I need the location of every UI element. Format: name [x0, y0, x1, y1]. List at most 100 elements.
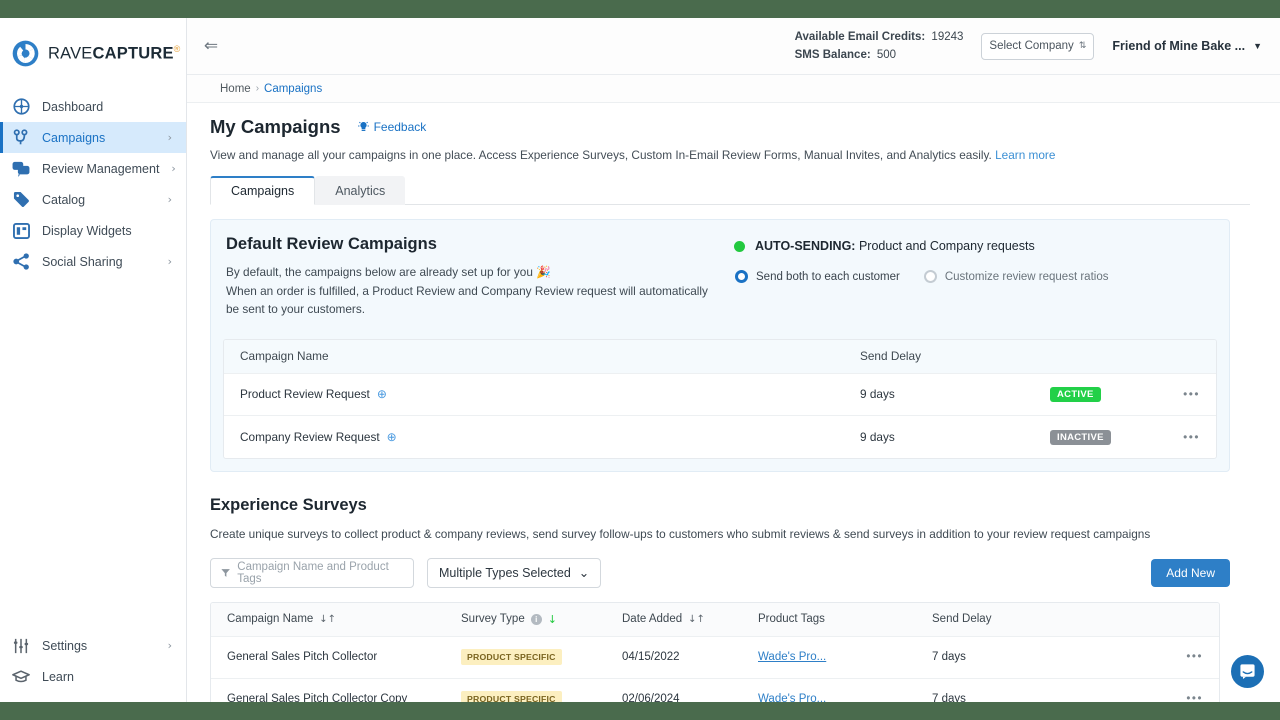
cell-status: ACTIVE — [1050, 386, 1160, 402]
sidebar-item-learn[interactable]: Learn — [0, 661, 186, 692]
cell-product-tags: Wade's Pro... — [758, 693, 932, 702]
sidebar-item-review-management[interactable]: Review Management › — [0, 153, 186, 184]
default-campaigns-line2: When an order is fulfilled, a Product Re… — [226, 283, 708, 298]
default-campaigns-heading: Default Review Campaigns — [226, 235, 437, 253]
review-management-icon — [12, 160, 30, 178]
page-title-row: My Campaigns Feedback — [210, 116, 1280, 138]
sidebar-item-social-sharing[interactable]: Social Sharing › — [0, 246, 186, 277]
sms-balance-label: SMS Balance: — [794, 49, 871, 61]
cell-send-delay: 9 days — [860, 429, 895, 444]
tab-campaigns[interactable]: Campaigns — [210, 176, 316, 205]
breadcrumb-campaigns[interactable]: Campaigns — [264, 83, 322, 95]
column-date-added[interactable]: Date Added ↓↑ — [622, 613, 758, 625]
default-campaigns-top: Default Review Campaigns By default, the… — [211, 235, 1229, 319]
status-dot-icon — [734, 240, 745, 252]
email-credits-value: 19243 — [931, 31, 964, 43]
chevron-right-icon-catalog: › — [167, 193, 172, 206]
social-sharing-icon — [12, 253, 30, 271]
add-new-button[interactable]: Add New — [1151, 558, 1230, 587]
auto-sending-panel: AUTO-SENDING: Product and Company reques… — [734, 235, 1124, 319]
funnel-icon — [221, 568, 230, 577]
auto-sending-text: AUTO-SENDING: Product and Company reques… — [755, 239, 1035, 253]
display-widgets-icon — [12, 222, 30, 240]
toggle-knob — [1062, 701, 1072, 702]
radio-customize-ratios[interactable] — [923, 270, 937, 283]
learn-more-link[interactable]: Learn more — [995, 148, 1055, 162]
breadcrumb-separator-icon: › — [255, 83, 260, 94]
table-row[interactable]: Product Review Request ⊕ 9 days ACTIVE •… — [224, 374, 1216, 416]
column-campaign-name[interactable]: Campaign Name ↓↑ — [227, 613, 461, 625]
status-badge: ACTIVE — [1050, 387, 1101, 402]
info-icon[interactable]: i — [530, 613, 542, 625]
tab-analytics[interactable]: Analytics — [315, 176, 406, 205]
table-row[interactable]: General Sales Pitch Collector Copy PRODU… — [211, 679, 1219, 702]
sidebar-collapse-icon[interactable]: ⇐ — [199, 34, 223, 58]
breadcrumb-home[interactable]: Home — [220, 83, 251, 95]
survey-type-select[interactable]: Multiple Types Selected ⌄ — [427, 557, 602, 588]
email-credits: Available Email Credits: 19243 — [795, 28, 964, 46]
brand-logo[interactable]: RAVECAPTURE® — [0, 18, 186, 72]
toggle-knob — [1048, 659, 1058, 669]
sidebar-item-display-widgets[interactable]: Display Widgets — [0, 215, 186, 246]
feedback-label: Feedback — [373, 119, 427, 134]
chat-launcher-button[interactable] — [1231, 655, 1264, 688]
sidebar-nav: Dashboard Campaigns › Review Management … — [0, 91, 186, 277]
default-review-campaigns-card: Default Review Campaigns By default, the… — [210, 219, 1230, 472]
row-actions-menu-icon[interactable]: ••• — [1183, 387, 1200, 401]
chevron-down-icon: ⌄ — [578, 566, 590, 580]
tab-bar: Campaigns Analytics — [210, 176, 1280, 205]
chevron-right-icon-social-sharing: › — [167, 255, 172, 268]
sidebar-item-campaigns[interactable]: Campaigns › — [0, 122, 186, 153]
page-header: My Campaigns Feedback View and manage al… — [187, 104, 1280, 162]
campaign-name-text: Company Review Request — [240, 429, 380, 444]
cell-send-delay: 7 days — [932, 651, 966, 663]
column-survey-type[interactable]: Survey Type i ↓ — [461, 613, 622, 626]
experience-surveys-table: Campaign Name ↓↑ Survey Type i ↓ Date Ad… — [210, 601, 1220, 702]
cell-date-added: 04/15/2022 — [622, 651, 680, 663]
catalog-icon — [12, 191, 30, 209]
row-actions-menu-icon[interactable]: ••• — [1186, 693, 1203, 702]
status-badge: INACTIVE — [1050, 429, 1111, 445]
cell-survey-type: PRODUCT SPECIFIC — [461, 649, 622, 665]
search-input-placeholder: Campaign Name and Product Tags — [237, 560, 389, 585]
product-tags-link[interactable]: Wade's Pro... — [758, 693, 826, 702]
row-actions-menu-icon[interactable]: ••• — [1186, 651, 1203, 663]
user-account-name: Friend of Mine Bake ... — [1112, 39, 1246, 53]
cell-date-added: 02/06/2024 — [622, 693, 680, 702]
surveys-toolbar: Campaign Name and Product Tags Multiple … — [210, 557, 1230, 588]
radio-send-both[interactable] — [735, 270, 748, 283]
brand-name: RAVECAPTURE® — [48, 44, 181, 64]
feedback-link[interactable]: Feedback — [357, 119, 427, 134]
table-row[interactable]: Company Review Request ⊕ 9 days INACTIVE… — [224, 416, 1216, 458]
chat-bubble-icon — [1240, 664, 1255, 680]
row-actions-menu-icon[interactable]: ••• — [1183, 430, 1200, 444]
product-tags-link[interactable]: Wade's Pro... — [758, 651, 826, 663]
learn-icon — [12, 668, 30, 686]
brand-name-light: RAVE — [48, 44, 93, 63]
auto-sending-detail: Product and Company requests — [855, 239, 1035, 253]
user-account-menu[interactable]: Friend of Mine Bake ... ▼ — [1112, 39, 1262, 53]
experience-surveys-description: Create unique surveys to collect product… — [210, 526, 1151, 541]
chevron-right-icon-review-management: › — [171, 162, 176, 175]
sort-desc-icon: ↓ — [547, 612, 557, 626]
sidebar-label-learn: Learn — [42, 669, 74, 684]
experience-surveys-heading: Experience Surveys — [210, 495, 367, 514]
cell-survey-type: PRODUCT SPECIFIC — [461, 691, 622, 702]
column-campaign-name-label: Campaign Name — [227, 613, 314, 625]
table-row[interactable]: General Sales Pitch Collector PRODUCT SP… — [211, 637, 1219, 679]
app-window: RAVECAPTURE® Dashboard Campaigns › Revie… — [0, 18, 1280, 702]
sidebar-item-catalog[interactable]: Catalog › — [0, 184, 186, 215]
default-campaigns-table: Campaign Name Send Delay Product Review … — [223, 338, 1217, 459]
main-content: My Campaigns Feedback View and manage al… — [187, 104, 1280, 702]
brand-name-trademark: ® — [173, 43, 181, 54]
cell-campaign-name: General Sales Pitch Collector Copy — [227, 693, 408, 702]
campaigns-icon — [12, 129, 30, 147]
sidebar-item-dashboard[interactable]: Dashboard — [0, 91, 186, 122]
survey-type-select-value: Multiple Types Selected — [439, 565, 571, 580]
column-product-tags: Product Tags — [758, 613, 825, 625]
cell-campaign-name: General Sales Pitch Collector — [227, 651, 378, 663]
company-select[interactable]: Select Company ⇅ — [981, 32, 1095, 60]
search-input[interactable]: Campaign Name and Product Tags — [210, 557, 414, 588]
email-credits-label: Available Email Credits: — [794, 31, 926, 43]
sidebar-item-settings[interactable]: Settings › — [0, 630, 186, 661]
